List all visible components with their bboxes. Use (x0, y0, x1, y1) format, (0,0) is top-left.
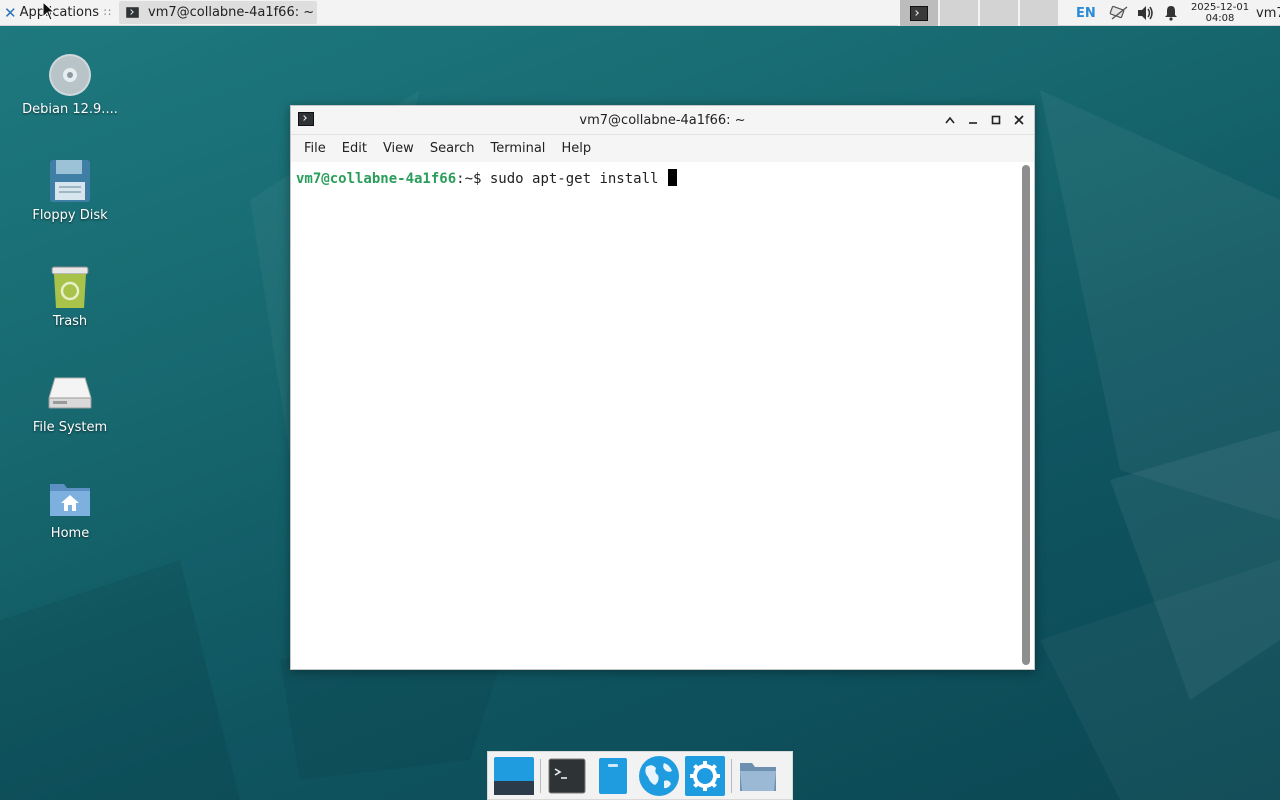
minimize-icon (968, 121, 977, 124)
terminal-icon (298, 112, 314, 126)
desktop-icon-label: Floppy Disk (32, 208, 108, 223)
menu-file[interactable]: File (296, 141, 334, 156)
panel-separator: ∷ (104, 6, 111, 19)
maximize-button[interactable] (986, 110, 1005, 129)
chevron-up-icon (944, 116, 955, 123)
home-folder-icon (50, 484, 90, 516)
desktop-icon-home[interactable]: Home (10, 476, 130, 541)
desktop-icon-floppy-disk[interactable]: Floppy Disk (10, 158, 130, 223)
menu-view[interactable]: View (375, 141, 422, 156)
dock-web-browser[interactable] (636, 753, 682, 799)
menu-help[interactable]: Help (553, 141, 599, 156)
shade-button[interactable] (940, 110, 959, 129)
volume-icon[interactable] (1134, 2, 1156, 24)
web-browser-icon (639, 755, 679, 796)
user-menu[interactable]: vm7 (1256, 6, 1280, 21)
minimize-button[interactable] (963, 110, 982, 129)
xfce-logo-icon: ✕ (4, 3, 17, 22)
panel-clock[interactable]: 2025-12-01 04:08 (1190, 2, 1250, 24)
notification-bell-icon[interactable] (1160, 2, 1182, 24)
dock-folder[interactable] (735, 753, 781, 799)
desktop-icon-label: File System (32, 420, 108, 435)
menu-edit[interactable]: Edit (334, 141, 375, 156)
file-manager-icon (599, 757, 627, 794)
optical-disc-icon (49, 54, 91, 96)
workspace-2[interactable] (938, 0, 978, 26)
terminal-window-thumbnail-icon (910, 5, 928, 21)
desktop-icon-file-system[interactable]: File System (10, 370, 130, 435)
clock-time: 04:08 (1205, 13, 1235, 24)
network-icon[interactable] (1108, 2, 1130, 24)
prompt-line: vm7@collabne-4a1f66:~$ sudo apt-get inst… (296, 169, 677, 187)
terminal-output[interactable]: vm7@collabne-4a1f66:~$ sudo apt-get inst… (291, 162, 1034, 669)
dock-terminal[interactable] (544, 753, 590, 799)
typed-command: sudo apt-get install (489, 171, 667, 187)
window-title: vm7@collabne-4a1f66: ~ (579, 112, 746, 128)
applications-label: Applications (19, 5, 99, 20)
workspace-3[interactable] (978, 0, 1018, 26)
prompt-user-host: vm7@collabne-4a1f66 (296, 171, 457, 187)
keyboard-layout-indicator[interactable]: EN (1076, 6, 1104, 21)
dock-file-manager[interactable] (590, 753, 636, 799)
text-cursor (667, 169, 677, 186)
desktop-icon-label: Trash (52, 314, 88, 329)
close-button[interactable] (1009, 110, 1028, 129)
dock-separator (731, 758, 732, 793)
desktop-icon-debian-disc[interactable]: Debian 12.9.... (10, 52, 130, 117)
top-panel: ✕ Applications ∷ vm7@collabne-4a1f66: ~ … (0, 0, 1280, 26)
show-desktop-icon (494, 756, 534, 795)
scrollbar-thumb[interactable] (1022, 165, 1030, 665)
desktop-icon-trash[interactable]: Trash (10, 264, 130, 329)
dock (487, 751, 793, 800)
folder-icon (740, 762, 776, 791)
terminal-window: vm7@collabne-4a1f66: ~ File Edit View Se… (290, 105, 1035, 670)
workspace-switcher (898, 0, 1058, 26)
terminal-icon (548, 758, 586, 793)
workspace-1[interactable] (898, 0, 938, 26)
dock-separator (540, 758, 541, 793)
menu-terminal[interactable]: Terminal (482, 141, 553, 156)
floppy-disk-icon (50, 160, 90, 202)
applications-menu[interactable]: ✕ Applications ∷ (0, 0, 115, 26)
prompt-suffix: :~$ (456, 171, 490, 187)
window-controls (940, 110, 1028, 129)
taskbar-button-terminal[interactable]: vm7@collabne-4a1f66: ~ (119, 1, 317, 24)
dock-show-desktop[interactable] (491, 753, 537, 799)
settings-icon (685, 755, 725, 796)
vertical-scrollbar[interactable] (1021, 165, 1031, 665)
terminal-icon (126, 7, 139, 18)
menu-search[interactable]: Search (422, 141, 483, 156)
desktop-icon-label: Debian 12.9.... (22, 102, 118, 117)
system-tray: EN 2025-12-01 04:08 vm7 (1070, 0, 1280, 26)
dock-settings[interactable] (682, 753, 728, 799)
hard-drive-icon (48, 377, 92, 409)
workspace-4[interactable] (1018, 0, 1058, 26)
maximize-icon (991, 115, 1000, 124)
desktop-icon-label: Home (50, 526, 90, 541)
taskbar-button-label: vm7@collabne-4a1f66: ~ (148, 5, 315, 20)
trash-icon (51, 266, 89, 308)
close-icon (1013, 114, 1024, 125)
clock-date: 2025-12-01 (1190, 2, 1250, 13)
terminal-menubar: File Edit View Search Terminal Help (291, 135, 1034, 163)
window-titlebar[interactable]: vm7@collabne-4a1f66: ~ (291, 106, 1034, 135)
